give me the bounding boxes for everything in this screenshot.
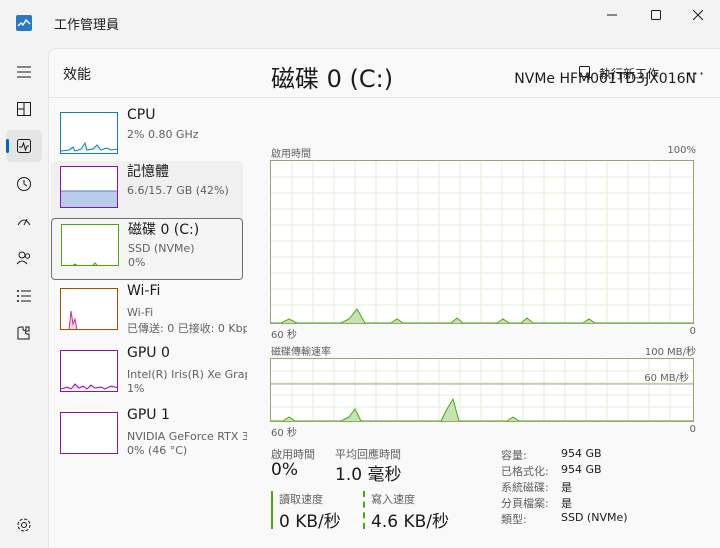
device-sub: 已傳送: 0 已接收: 0 Kbps [127,322,247,335]
read-indicator [271,491,273,529]
spec-value: 954 GB [561,447,602,460]
graph1-min: 0 [689,326,696,337]
title-bar: 工作管理員 [0,0,720,48]
gpu0-thumbnail-graph [60,350,118,392]
nav-users[interactable] [6,242,42,274]
device-memory[interactable]: 記憶體 6.6/15.7 GB (42%) [51,161,243,223]
device-name: GPU 1 [127,407,170,423]
graph2-time: 60 秒 [271,428,297,439]
device-cpu[interactable]: CPU 2% 0.80 GHz [51,107,243,169]
device-sub: Wi-Fi [127,306,154,319]
graph1-max: 100% [667,145,696,156]
write-speed-value: 4.6 KB/秒 [371,512,449,532]
memory-thumbnail-graph [60,166,118,208]
spec-value: 是 [561,481,572,494]
content-pane: 效能 執行新工作 ··· CPU 2% 0.80 GHz 記憶體 6.6/15.… [48,48,720,548]
device-sub: SSD (NVMe) [128,242,195,255]
task-manager-icon [16,15,32,31]
window-title: 工作管理員 [54,18,120,33]
wifi-thumbnail-graph [60,288,118,330]
device-sub: 1% [127,382,145,395]
cpu-thumbnail-graph [60,112,118,154]
services-icon [17,326,30,340]
device-wifi[interactable]: Wi-Fi Wi-Fi 已傳送: 0 已接收: 0 Kbps [51,283,247,345]
graph1-label: 啟用時間 [271,149,311,160]
transfer-rate-graph: 60 MB/秒 [270,358,694,422]
nav-services[interactable] [6,317,42,349]
write-indicator [363,491,365,529]
maximize-button[interactable] [634,0,678,30]
nav-rail [0,48,48,548]
active-time-graph [270,160,694,324]
details-list-icon [17,290,31,302]
spec-key: 容量: [501,449,527,462]
nav-app-history[interactable] [6,168,42,200]
device-name: 磁碟 0 (C:) [128,222,200,238]
header-divider [49,97,720,98]
nav-processes[interactable] [6,93,42,125]
graph2-reference-label: 60 MB/秒 [644,373,689,384]
nav-startup-apps[interactable] [6,205,42,237]
device-disk-0[interactable]: 磁碟 0 (C:) SSD (NVMe) 0% [51,218,243,280]
nav-details[interactable] [6,280,42,312]
detail-title: 磁碟 0 (C:) [271,65,394,93]
graph2-min: 0 [689,424,696,435]
hamburger-menu-button[interactable] [6,56,42,88]
write-speed-label: 寫入速度 [371,493,415,506]
device-gpu-1[interactable]: GPU 1 NVIDIA GeForce RTX 3050 0% (46 °C) [51,407,247,469]
disk-model: NVMe HFM001TD3JX016N [514,71,696,87]
graph1-time: 60 秒 [271,330,297,341]
active-time-value: 0% [271,460,298,480]
graph2-max: 100 MB/秒 [644,347,696,358]
spec-value: 954 GB [561,463,602,476]
spec-key: 類型: [501,513,527,526]
response-time-value: 1.0 毫秒 [335,465,402,485]
spec-value: SSD (NVMe) [561,511,628,524]
minimize-icon [607,14,617,16]
spec-key: 分頁檔案: [501,497,549,510]
maximize-icon [651,10,661,20]
disk-thumbnail-graph [61,224,119,266]
spec-key: 已格式化: [501,465,549,478]
device-name: Wi-Fi [127,283,161,299]
users-icon [16,251,31,265]
processes-icon [17,102,31,116]
read-speed-value: 0 KB/秒 [279,512,341,532]
device-name: CPU [127,107,156,123]
read-speed-label: 讀取速度 [279,493,323,506]
startup-icon [17,218,31,226]
device-sub: 2% 0.80 GHz [127,128,199,141]
page-title: 效能 [63,67,91,83]
device-sub: 0% [128,256,146,269]
gpu1-thumbnail-graph [60,412,118,454]
device-name: GPU 0 [127,345,170,361]
minimize-button[interactable] [590,0,634,30]
device-sub: 6.6/15.7 GB (42%) [127,184,229,197]
close-icon [693,10,703,20]
device-name: 記憶體 [127,164,169,180]
hamburger-icon [17,66,31,78]
nav-performance[interactable] [6,130,42,162]
graph2-label: 磁碟傳輸速率 [271,347,331,358]
device-sub: 0% (46 °C) [127,444,188,457]
history-icon [17,177,31,191]
spec-value: 是 [561,497,572,510]
device-sub: NVIDIA GeForce RTX 3050 [127,430,247,443]
device-gpu-0[interactable]: GPU 0 Intel(R) Iris(R) Xe Graphics 1% [51,345,247,407]
spec-key: 系統磁碟: [501,481,549,494]
gear-icon [17,518,31,532]
close-button[interactable] [676,0,720,30]
device-sub: Intel(R) Iris(R) Xe Graphics [127,368,247,381]
nav-settings[interactable] [6,509,42,541]
performance-icon [17,139,31,153]
